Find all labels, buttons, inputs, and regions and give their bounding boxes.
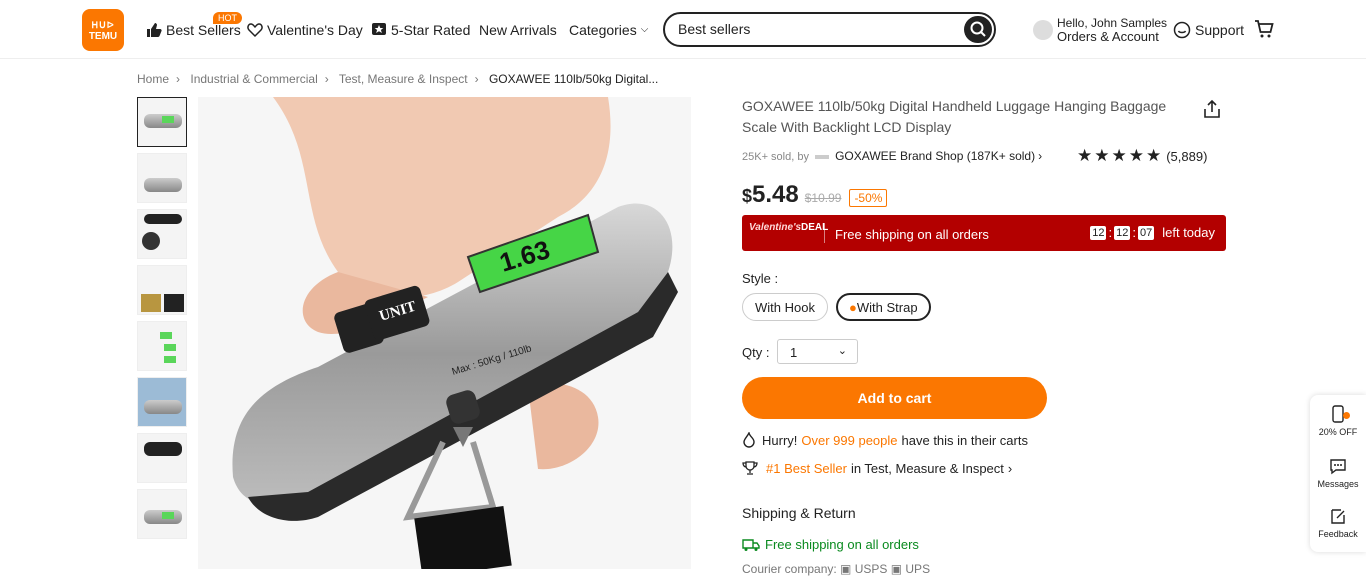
qty-label: Qty : [742, 345, 770, 360]
breadcrumb-current: GOXAWEE 110lb/50kg Digital... [488, 72, 659, 86]
breadcrumb: Home › Industrial & Commercial › Test, Mea… [137, 72, 659, 86]
breadcrumb-test-measure[interactable]: Test, Measure & Inspect [339, 72, 468, 86]
hot-badge: HOT [213, 12, 242, 24]
luggage-scale-photo: 1.63 UNIT Max : 50Kg / 110lb [198, 97, 691, 569]
feedback-icon [1331, 509, 1345, 524]
search-button[interactable] [964, 16, 992, 43]
chevron-down-icon: ⌄ [837, 345, 847, 357]
thumbs-up-icon [147, 22, 162, 37]
star-badge-icon [372, 22, 386, 35]
side-feedback[interactable]: Feedback [1310, 507, 1366, 539]
product-main-image[interactable]: 1.63 UNIT Max : 50Kg / 110lb [198, 97, 691, 569]
shop-link[interactable]: GOXAWEE Brand Shop (187K+ sold) [835, 149, 1035, 163]
message-icon [1330, 459, 1346, 475]
breadcrumb-industrial[interactable]: Industrial & Commercial [190, 72, 317, 86]
current-price: $5.48 [742, 181, 799, 208]
courier-line: Courier company: ▣ USPS ▣ UPS [742, 562, 931, 576]
nav-categories[interactable]: Categories ⌵ [569, 0, 648, 59]
breadcrumb-home[interactable]: Home [137, 72, 169, 86]
top-navigation-bar: ᕼᑌᐅ TEMU Best Sellers HOT Valentine's Da… [0, 0, 1366, 59]
share-icon[interactable] [1202, 99, 1222, 119]
thumbnail[interactable] [137, 321, 187, 371]
thumbnail[interactable] [137, 153, 187, 203]
trophy-icon [742, 461, 758, 475]
style-option-with-hook[interactable]: With Hook [742, 293, 828, 321]
original-price: $10.99 [804, 191, 842, 205]
floating-side-panel: 20% OFF Messages Feedback [1310, 395, 1366, 552]
nav-best-sellers[interactable]: Best Sellers [146, 0, 241, 59]
cart-icon[interactable] [1254, 19, 1274, 39]
style-option-with-strap[interactable]: ●With Strap [836, 293, 931, 321]
discount-badge: -50% [849, 189, 888, 207]
thumbnail[interactable] [137, 489, 187, 539]
heart-hand-icon [247, 22, 263, 37]
chevron-down-icon: ⌵ [640, 24, 649, 35]
search-bar[interactable] [663, 12, 996, 47]
quantity-select[interactable]: 1 ⌄ [777, 339, 858, 364]
thumbnail[interactable] [137, 209, 187, 259]
flame-icon: ● [849, 300, 857, 315]
chevron-right-icon: › [1038, 149, 1043, 163]
truck-icon [742, 538, 760, 551]
thumbnail[interactable] [137, 265, 187, 315]
rating[interactable]: ★★★★★ (5,889) [1077, 146, 1207, 166]
sold-info: 25K+ sold, by GOXAWEE Brand Shop (187K+ … [742, 149, 1043, 163]
thumbnail[interactable] [137, 97, 187, 147]
valentines-deal-banner: Valentine'sDEAL Free shipping on all ord… [742, 215, 1226, 251]
thumbnail[interactable] [137, 433, 187, 483]
side-discount[interactable]: 20% OFF [1310, 405, 1366, 437]
search-icon [970, 21, 986, 37]
search-input[interactable] [678, 21, 938, 37]
chevron-right-icon: › [1007, 460, 1013, 476]
support-link[interactable]: Support [1173, 21, 1244, 39]
thumbnail-list [137, 97, 187, 545]
best-seller-notice[interactable]: #1 Best Seller in Test, Measure & Inspec… [742, 460, 1012, 476]
side-messages[interactable]: Messages [1310, 457, 1366, 489]
nav-five-star-rated[interactable]: 5-Star Rated [371, 0, 470, 59]
hurry-notice: Hurry! Over 999 people have this in thei… [742, 432, 1028, 448]
star-rating-icon: ★★★★★ [1077, 146, 1164, 165]
valentines-deal-logo: Valentine'sDEAL [749, 222, 829, 233]
product-title: GOXAWEE 110lb/50kg Digital Handheld Lugg… [742, 98, 1167, 135]
account-menu[interactable]: Hello, John Samples Orders & Account [1057, 17, 1167, 44]
nav-valentines-day[interactable]: Valentine's Day [247, 0, 363, 59]
nav-new-arrivals[interactable]: New Arrivals [479, 0, 557, 59]
smile-icon [1173, 21, 1191, 39]
temu-logo[interactable]: ᕼᑌᐅ TEMU [82, 9, 124, 51]
countdown-timer: 12:12:07 left today [1090, 225, 1215, 240]
add-to-cart-button[interactable]: Add to cart [742, 377, 1047, 419]
thumbnail[interactable] [137, 377, 187, 427]
free-shipping-line: Free shipping on all orders [742, 537, 919, 552]
shop-logo-icon [815, 155, 830, 160]
avatar[interactable] [1033, 20, 1053, 40]
style-label: Style : [742, 271, 779, 286]
shipping-return-header: Shipping & Return [742, 505, 856, 521]
price-line: $5.48 $10.99 -50% [742, 181, 888, 209]
flame-outline-icon [743, 432, 755, 448]
